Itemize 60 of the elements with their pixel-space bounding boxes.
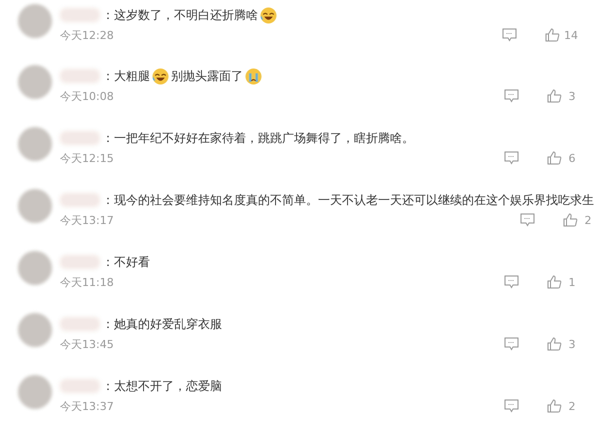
- comment-time: 今天13:45: [60, 336, 114, 352]
- comment-text: ：这岁数了，不明白还折腾啥: [102, 6, 258, 24]
- thumbs-up-icon: [547, 89, 562, 103]
- comment-time: 今天13:17: [60, 212, 114, 228]
- thumbs-up-icon: [547, 275, 562, 289]
- comment-icon: [504, 337, 519, 351]
- comment-icon: [504, 151, 519, 165]
- username-blur: [60, 379, 100, 393]
- like-button[interactable]: 6: [547, 151, 578, 165]
- comment-text: ：一把年纪不好好在家待着，跳跳广场舞得了，瞎折腾啥。: [102, 130, 414, 146]
- comment-time: 今天12:15: [60, 150, 114, 166]
- username-blur: [60, 8, 100, 22]
- avatar[interactable]: [18, 65, 52, 99]
- crying-face-emoji-icon: [245, 68, 262, 84]
- comment-time: 今天13:37: [60, 398, 114, 414]
- avatar[interactable]: [18, 251, 52, 285]
- reply-button[interactable]: [504, 89, 519, 103]
- thumbs-up-icon: [545, 28, 560, 42]
- like-button[interactable]: 2: [563, 213, 594, 227]
- laughing-tears-emoji-icon: [152, 68, 169, 84]
- comment-icon: [504, 89, 519, 103]
- reply-button[interactable]: [504, 337, 519, 351]
- comment-text: ：不好看: [102, 254, 150, 270]
- comment-icon: [520, 213, 535, 227]
- username-blur: [60, 131, 100, 145]
- like-button[interactable]: 14: [545, 28, 578, 42]
- avatar[interactable]: [18, 127, 52, 161]
- reply-button[interactable]: [520, 213, 535, 227]
- avatar[interactable]: [18, 375, 52, 409]
- thumbs-up-icon: [547, 399, 562, 413]
- reply-button[interactable]: [504, 275, 519, 289]
- comment-text: ：她真的好爱乱穿衣服: [102, 316, 222, 332]
- thumbs-up-icon: [563, 213, 578, 227]
- reply-button[interactable]: [502, 28, 517, 42]
- username-blur: [60, 255, 100, 269]
- thumbs-up-icon: [547, 151, 562, 165]
- username-blur: [60, 317, 100, 331]
- comment-icon: [502, 28, 517, 42]
- username-blur: [60, 193, 100, 207]
- comment-time: 今天10:08: [60, 88, 114, 104]
- comment-text: ：太想不开了，恋爱脑: [102, 378, 222, 394]
- comment-text: ：大粗腿: [102, 68, 150, 84]
- thumbs-up-icon: [547, 337, 562, 351]
- username-blur: [60, 69, 100, 83]
- like-button[interactable]: 3: [547, 337, 578, 351]
- like-button[interactable]: 1: [547, 275, 578, 289]
- laughing-tears-emoji-icon: [260, 6, 277, 24]
- comment-icon: [504, 275, 519, 289]
- comment-time: 今天11:18: [60, 274, 114, 290]
- like-button[interactable]: 2: [547, 399, 578, 413]
- comment-time: 今天12:28: [60, 28, 114, 42]
- avatar[interactable]: [18, 4, 52, 38]
- avatar[interactable]: [18, 189, 52, 223]
- reply-button[interactable]: [504, 399, 519, 413]
- comment-text: ：现今的社会要维持知名度真的不简单。一天不认老一天还可以继续的在这个娱乐界找吃求生: [102, 192, 594, 208]
- avatar[interactable]: [18, 313, 52, 347]
- like-button[interactable]: 3: [547, 89, 578, 103]
- comment-text: 别抛头露面了: [171, 68, 243, 84]
- comment-icon: [504, 399, 519, 413]
- reply-button[interactable]: [504, 151, 519, 165]
